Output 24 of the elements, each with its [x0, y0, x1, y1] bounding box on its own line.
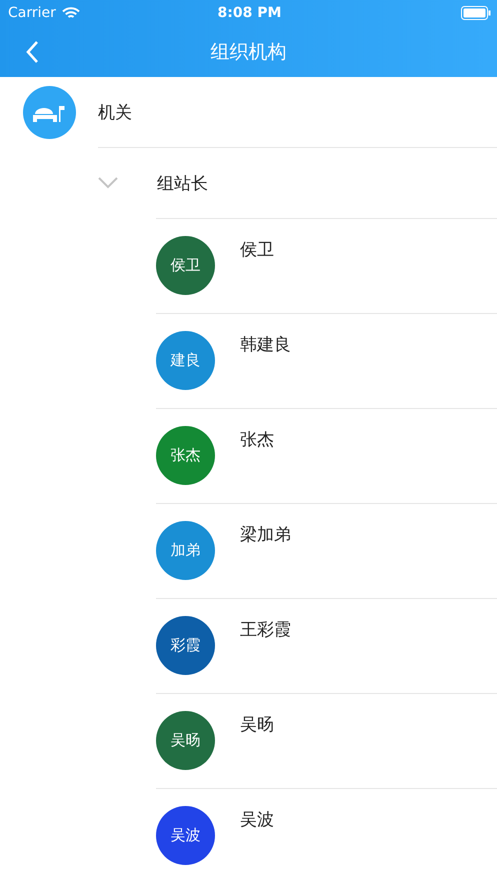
avatar: 建良 [156, 331, 215, 390]
member-name[interactable]: 张杰 [240, 428, 274, 451]
member-name[interactable]: 吴旸 [240, 713, 274, 736]
member-name[interactable]: 梁加弟 [240, 523, 291, 546]
organization-name[interactable]: 机关 [98, 100, 132, 124]
battery-icon [461, 6, 491, 20]
carrier-label: Carrier [8, 5, 56, 21]
avatar: 彩霞 [156, 616, 215, 675]
avatar: 张杰 [156, 426, 215, 485]
wifi-icon [62, 6, 80, 20]
avatar: 侯卫 [156, 236, 215, 295]
member-name[interactable]: 侯卫 [240, 238, 274, 261]
clock-time: 8:08 PM [216, 5, 282, 21]
member-name[interactable]: 韩建良 [240, 333, 291, 356]
avatar: 吴旸 [156, 711, 215, 770]
building-icon [23, 86, 76, 139]
avatar: 加弟 [156, 521, 215, 580]
chevron-icon[interactable] [98, 177, 118, 190]
member-name[interactable]: 王彩霞 [240, 618, 291, 641]
avatar: 吴波 [156, 806, 215, 865]
page-title: 组织机构 [210, 40, 286, 64]
member-name[interactable]: 吴波 [240, 808, 274, 831]
back-icon [25, 40, 39, 64]
group-name[interactable]: 组站长 [157, 172, 208, 195]
